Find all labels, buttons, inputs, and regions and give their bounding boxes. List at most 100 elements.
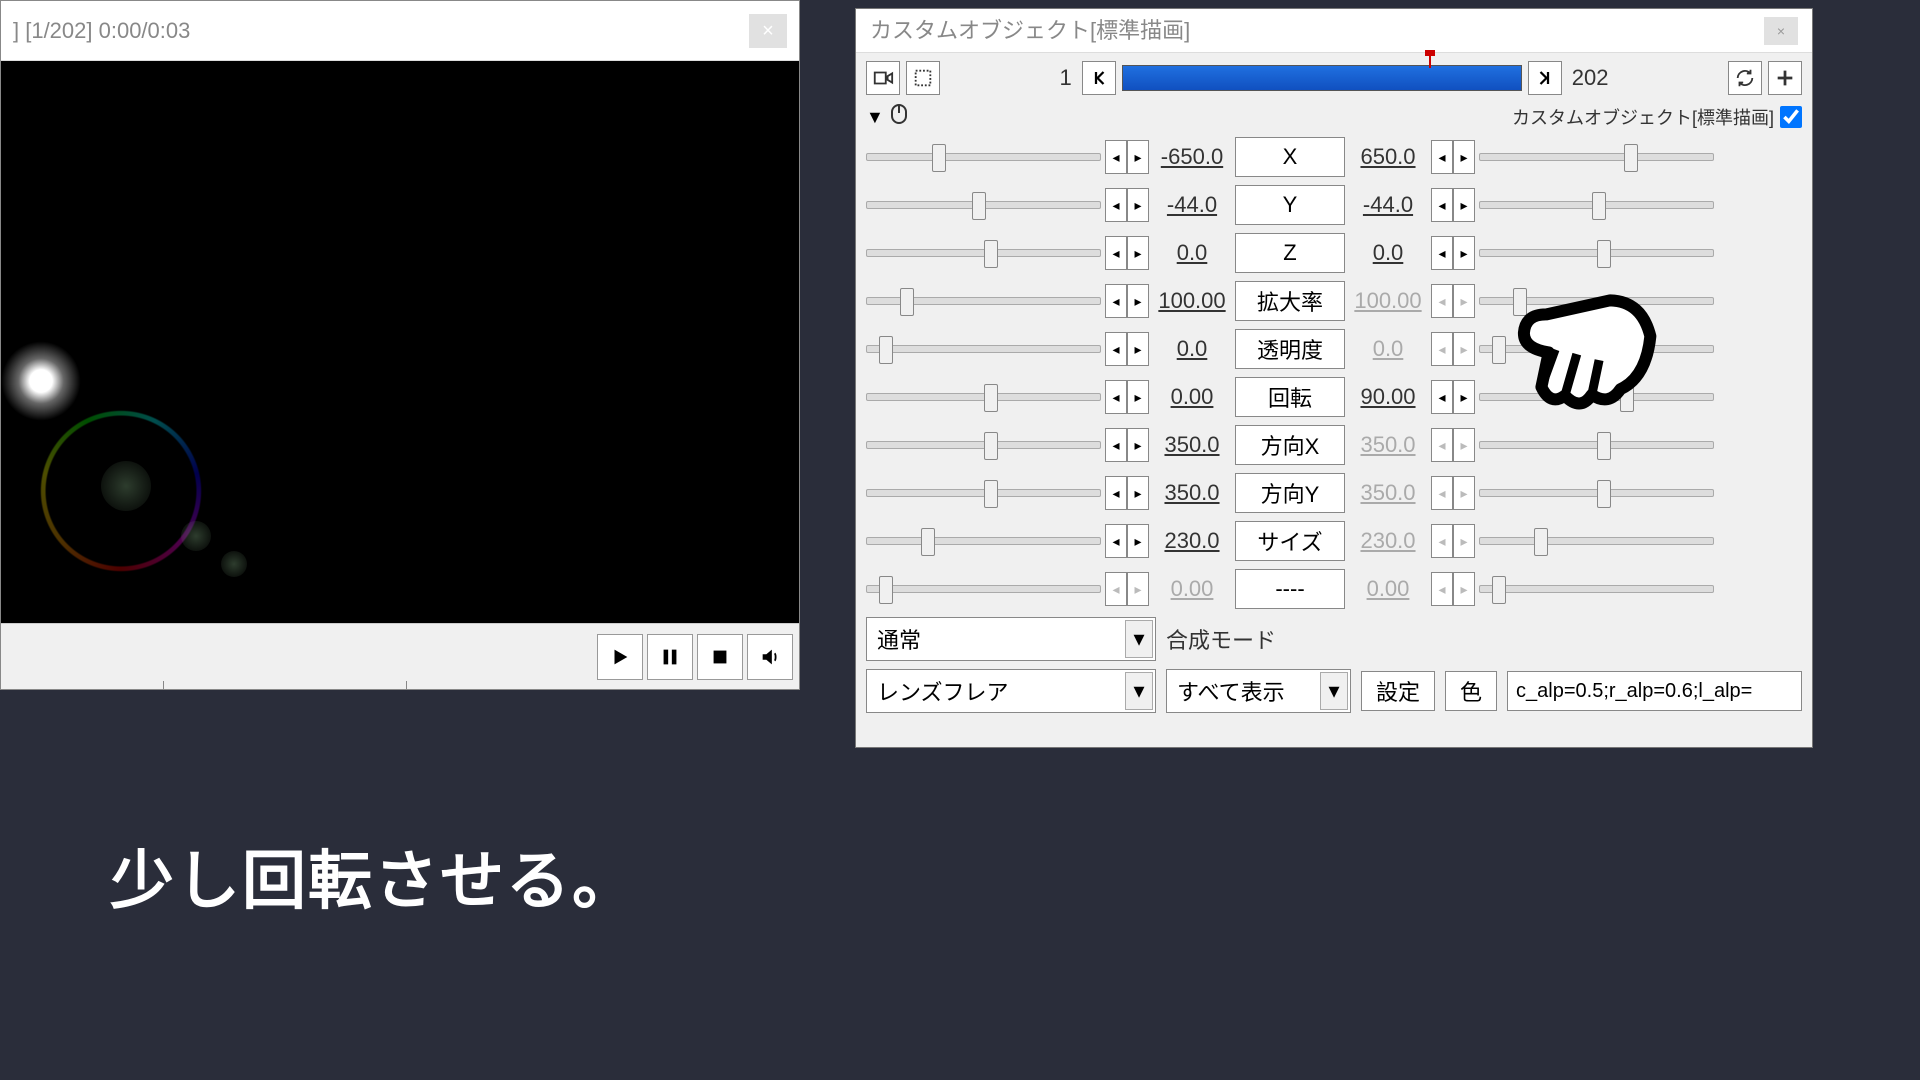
param-value-left[interactable]: 0.00 [1153, 384, 1231, 410]
slider-thumb[interactable] [921, 528, 935, 556]
param-slider-left[interactable] [866, 441, 1101, 449]
decrement-button[interactable]: ◂ [1105, 380, 1127, 414]
slider-thumb[interactable] [879, 576, 893, 604]
param-value-right[interactable]: 650.0 [1349, 144, 1427, 170]
param-value-left[interactable]: 350.0 [1153, 480, 1231, 506]
increment-button[interactable]: ▸ [1127, 140, 1149, 174]
slider-thumb[interactable] [972, 192, 986, 220]
increment-button[interactable]: ▸ [1127, 428, 1149, 462]
increment-button[interactable]: ▸ [1127, 476, 1149, 510]
param-name-button[interactable]: 回転 [1235, 377, 1345, 417]
mouse-icon[interactable] [890, 103, 908, 131]
disclosure-triangle[interactable]: ▼ [866, 107, 884, 128]
param-slider-left[interactable] [866, 345, 1101, 353]
param-value-right[interactable]: 230.0 [1349, 528, 1427, 554]
param-value-left[interactable]: 230.0 [1153, 528, 1231, 554]
param-value-right[interactable]: 0.0 [1349, 336, 1427, 362]
increment-button[interactable]: ▸ [1127, 188, 1149, 222]
play-button[interactable] [597, 634, 643, 680]
decrement-button[interactable]: ◂ [1105, 428, 1127, 462]
decrement-button[interactable]: ◂ [1105, 140, 1127, 174]
slider-thumb[interactable] [900, 288, 914, 316]
param-value-right[interactable]: 90.00 [1349, 384, 1427, 410]
increment-button[interactable]: ▸ [1127, 332, 1149, 366]
increment-button[interactable]: ▸ [1453, 140, 1475, 174]
frame-prev-button[interactable] [1082, 61, 1116, 95]
decrement-button[interactable]: ◂ [1431, 380, 1453, 414]
slider-thumb[interactable] [984, 240, 998, 268]
param-value-right[interactable]: 100.00 [1349, 288, 1427, 314]
param-name-button[interactable]: Z [1235, 233, 1345, 273]
decrement-button[interactable]: ◂ [1105, 476, 1127, 510]
param-value-left[interactable]: -44.0 [1153, 192, 1231, 218]
timeline-bar[interactable] [1122, 65, 1522, 91]
param-slider-left[interactable] [866, 489, 1101, 497]
param-name-button[interactable]: X [1235, 137, 1345, 177]
param-slider-left[interactable] [866, 249, 1101, 257]
param-value-right[interactable]: 350.0 [1349, 432, 1427, 458]
increment-button[interactable]: ▸ [1453, 188, 1475, 222]
param-value-right[interactable]: -44.0 [1349, 192, 1427, 218]
param-slider-right[interactable] [1479, 489, 1714, 497]
param-name-button[interactable]: 方向Y [1235, 473, 1345, 513]
param-value-right[interactable]: 0.00 [1349, 576, 1427, 602]
param-name-button[interactable]: Y [1235, 185, 1345, 225]
param-value-left[interactable]: 0.0 [1153, 336, 1231, 362]
slider-thumb[interactable] [1534, 528, 1548, 556]
object-enable-checkbox[interactable] [1780, 106, 1802, 128]
param-slider-left[interactable] [866, 297, 1101, 305]
increment-button[interactable]: ▸ [1127, 380, 1149, 414]
params-string-field[interactable]: c_alp=0.5;r_alp=0.6;l_alp= [1507, 671, 1802, 711]
param-name-button[interactable]: 拡大率 [1235, 281, 1345, 321]
playhead-marker[interactable] [1429, 56, 1431, 68]
param-name-button[interactable]: ---- [1235, 569, 1345, 609]
settings-button[interactable]: 設定 [1361, 671, 1435, 711]
add-icon[interactable] [1768, 61, 1802, 95]
param-slider-left[interactable] [866, 201, 1101, 209]
param-slider-left[interactable] [866, 393, 1101, 401]
param-value-left[interactable]: 100.00 [1153, 288, 1231, 314]
param-value-right[interactable]: 0.0 [1349, 240, 1427, 266]
volume-button[interactable] [747, 634, 793, 680]
param-slider-right[interactable] [1479, 201, 1714, 209]
decrement-button[interactable]: ◂ [1105, 236, 1127, 270]
slider-thumb[interactable] [984, 480, 998, 508]
param-name-button[interactable]: サイズ [1235, 521, 1345, 561]
param-slider-right[interactable] [1479, 585, 1714, 593]
slider-thumb[interactable] [879, 336, 893, 364]
pause-button[interactable] [647, 634, 693, 680]
sync-icon[interactable] [1728, 61, 1762, 95]
increment-button[interactable]: ▸ [1127, 236, 1149, 270]
decrement-button[interactable]: ◂ [1105, 188, 1127, 222]
blend-mode-select[interactable]: 通常 ▾ [866, 617, 1156, 661]
slider-thumb[interactable] [1624, 144, 1638, 172]
slider-thumb[interactable] [1492, 576, 1506, 604]
decrement-button[interactable]: ◂ [1105, 284, 1127, 318]
preview-close-button[interactable]: × [749, 14, 787, 48]
increment-button[interactable]: ▸ [1127, 524, 1149, 558]
decrement-button[interactable]: ◂ [1431, 188, 1453, 222]
color-button[interactable]: 色 [1445, 671, 1497, 711]
param-slider-right[interactable] [1479, 153, 1714, 161]
param-slider-left[interactable] [866, 153, 1101, 161]
param-slider-left[interactable] [866, 585, 1101, 593]
slider-thumb[interactable] [932, 144, 946, 172]
param-value-left[interactable]: 350.0 [1153, 432, 1231, 458]
param-value-right[interactable]: 350.0 [1349, 480, 1427, 506]
display-mode-select[interactable]: すべて表示 ▾ [1166, 669, 1351, 713]
slider-thumb[interactable] [984, 384, 998, 412]
camera-icon[interactable] [866, 61, 900, 95]
dialog-close-button[interactable]: × [1764, 17, 1798, 45]
param-value-left[interactable]: 0.0 [1153, 240, 1231, 266]
param-value-left[interactable]: -650.0 [1153, 144, 1231, 170]
frame-next-button[interactable] [1528, 61, 1562, 95]
param-name-button[interactable]: 透明度 [1235, 329, 1345, 369]
slider-thumb[interactable] [1597, 480, 1611, 508]
param-slider-right[interactable] [1479, 537, 1714, 545]
decrement-button[interactable]: ◂ [1431, 140, 1453, 174]
slider-thumb[interactable] [1592, 192, 1606, 220]
increment-button[interactable]: ▸ [1127, 284, 1149, 318]
param-value-left[interactable]: 0.00 [1153, 576, 1231, 602]
filter-icon[interactable] [906, 61, 940, 95]
object-type-select[interactable]: レンズフレア ▾ [866, 669, 1156, 713]
